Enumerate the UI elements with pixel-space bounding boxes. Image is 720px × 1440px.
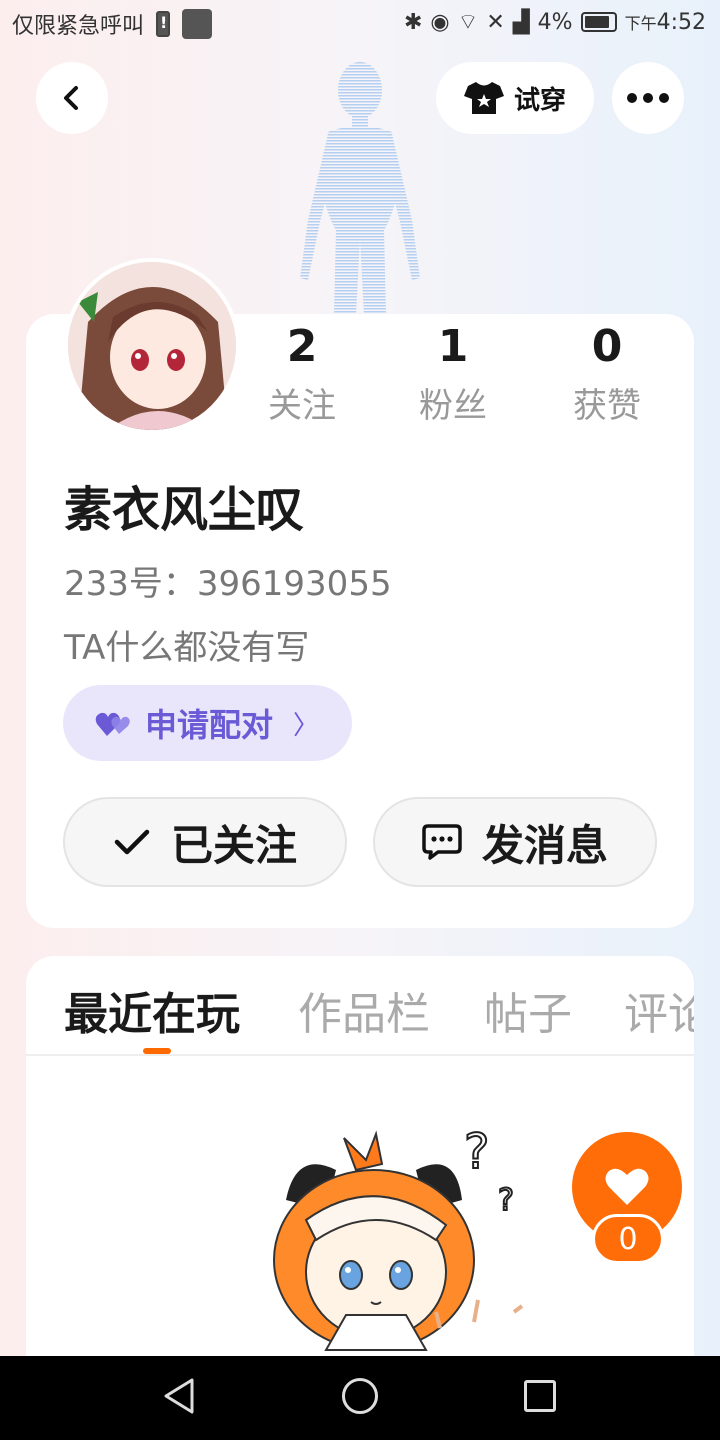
send-message-label: 发消息 [481,820,608,870]
nav-back-icon[interactable] [160,1376,200,1416]
stat-followers-label: 粉丝 [419,386,487,426]
battery-icon [580,12,617,32]
svg-text:?: ? [498,1183,514,1218]
tab-recently-played[interactable]: 最近在玩 [64,978,240,1042]
status-right: ✱ ◉ ⌔ ✕ ▟ 4% 下午 4:52 [404,8,706,36]
heart-icon [605,1168,649,1205]
like-count-badge: 0 [592,1214,664,1264]
system-nav-bar [0,1356,720,1440]
tshirt-icon [463,82,504,114]
status-left: 仅限紧急呼叫 [12,8,213,40]
stat-following-value: 2 [286,321,318,372]
nickname: 素衣风尘叹 [64,482,305,538]
try-on-button[interactable]: 试穿 [436,62,594,134]
more-options-button[interactable] [612,62,684,134]
tab-works[interactable]: 作品栏 [298,978,430,1042]
back-button[interactable] [36,62,108,134]
carrier-text: 仅限紧急呼叫 [12,14,145,39]
back-arrow-icon [64,86,78,110]
checkmark-icon [114,829,150,855]
bio: TA什么都没有写 [64,628,310,668]
stat-followers[interactable]: 1 粉丝 [393,322,513,427]
try-on-label: 试穿 [513,85,566,116]
more-dots-icon [627,93,669,103]
stat-likes[interactable]: 0 获赞 [547,322,667,427]
app-notification-icon [182,9,213,39]
double-heart-icon [95,712,130,736]
chat-bubble-icon [422,824,462,860]
chevron-right-icon: 〉 [293,710,320,741]
status-bar: 仅限紧急呼叫 ✱ ◉ ⌔ ✕ ▟ 4% 下午4:52 [0,0,720,50]
signal-icon: ▟ [512,9,530,35]
tab-bar: 最近在玩 作品栏 帖子 评论 [26,956,694,1056]
svg-text:?: ? [464,1130,489,1180]
stat-followers-value: 1 [437,321,469,372]
user-id: 233号：396193055 [64,564,392,604]
battery-percent: 4% [537,9,573,35]
stat-likes-value: 0 [591,321,623,372]
nav-recents-icon[interactable] [524,1380,556,1412]
following-label: 已关注 [170,820,297,870]
following-button[interactable]: 已关注 [63,797,347,887]
bluetooth-icon: ✱ [403,9,423,35]
stat-following-label: 关注 [268,386,336,426]
stat-following[interactable]: 2 关注 [242,322,362,427]
avatar[interactable] [64,258,240,434]
battery-warning-icon [156,11,171,37]
request-pair-button[interactable]: 申请配对 〉 [63,685,352,761]
nav-home-icon[interactable] [342,1378,378,1414]
clock: 4:52 [656,9,706,35]
empty-state-mascot-illustration: ? ? [273,1130,524,1351]
tab-comments[interactable]: 评论 [624,978,694,1042]
eye-icon: ◉ [430,9,450,35]
wifi-icon: ⌔ [457,10,479,35]
no-call-icon: ✕ [486,9,505,35]
stat-likes-label: 获赞 [573,386,641,426]
avatar-figure-illustration [300,62,420,315]
active-tab-indicator [143,1048,171,1054]
anime-avatar-image [68,262,236,430]
time-prefix: 下午 [624,14,657,33]
send-message-button[interactable]: 发消息 [373,797,657,887]
request-pair-label: 申请配对 [145,706,274,744]
tab-posts[interactable]: 帖子 [484,978,572,1042]
